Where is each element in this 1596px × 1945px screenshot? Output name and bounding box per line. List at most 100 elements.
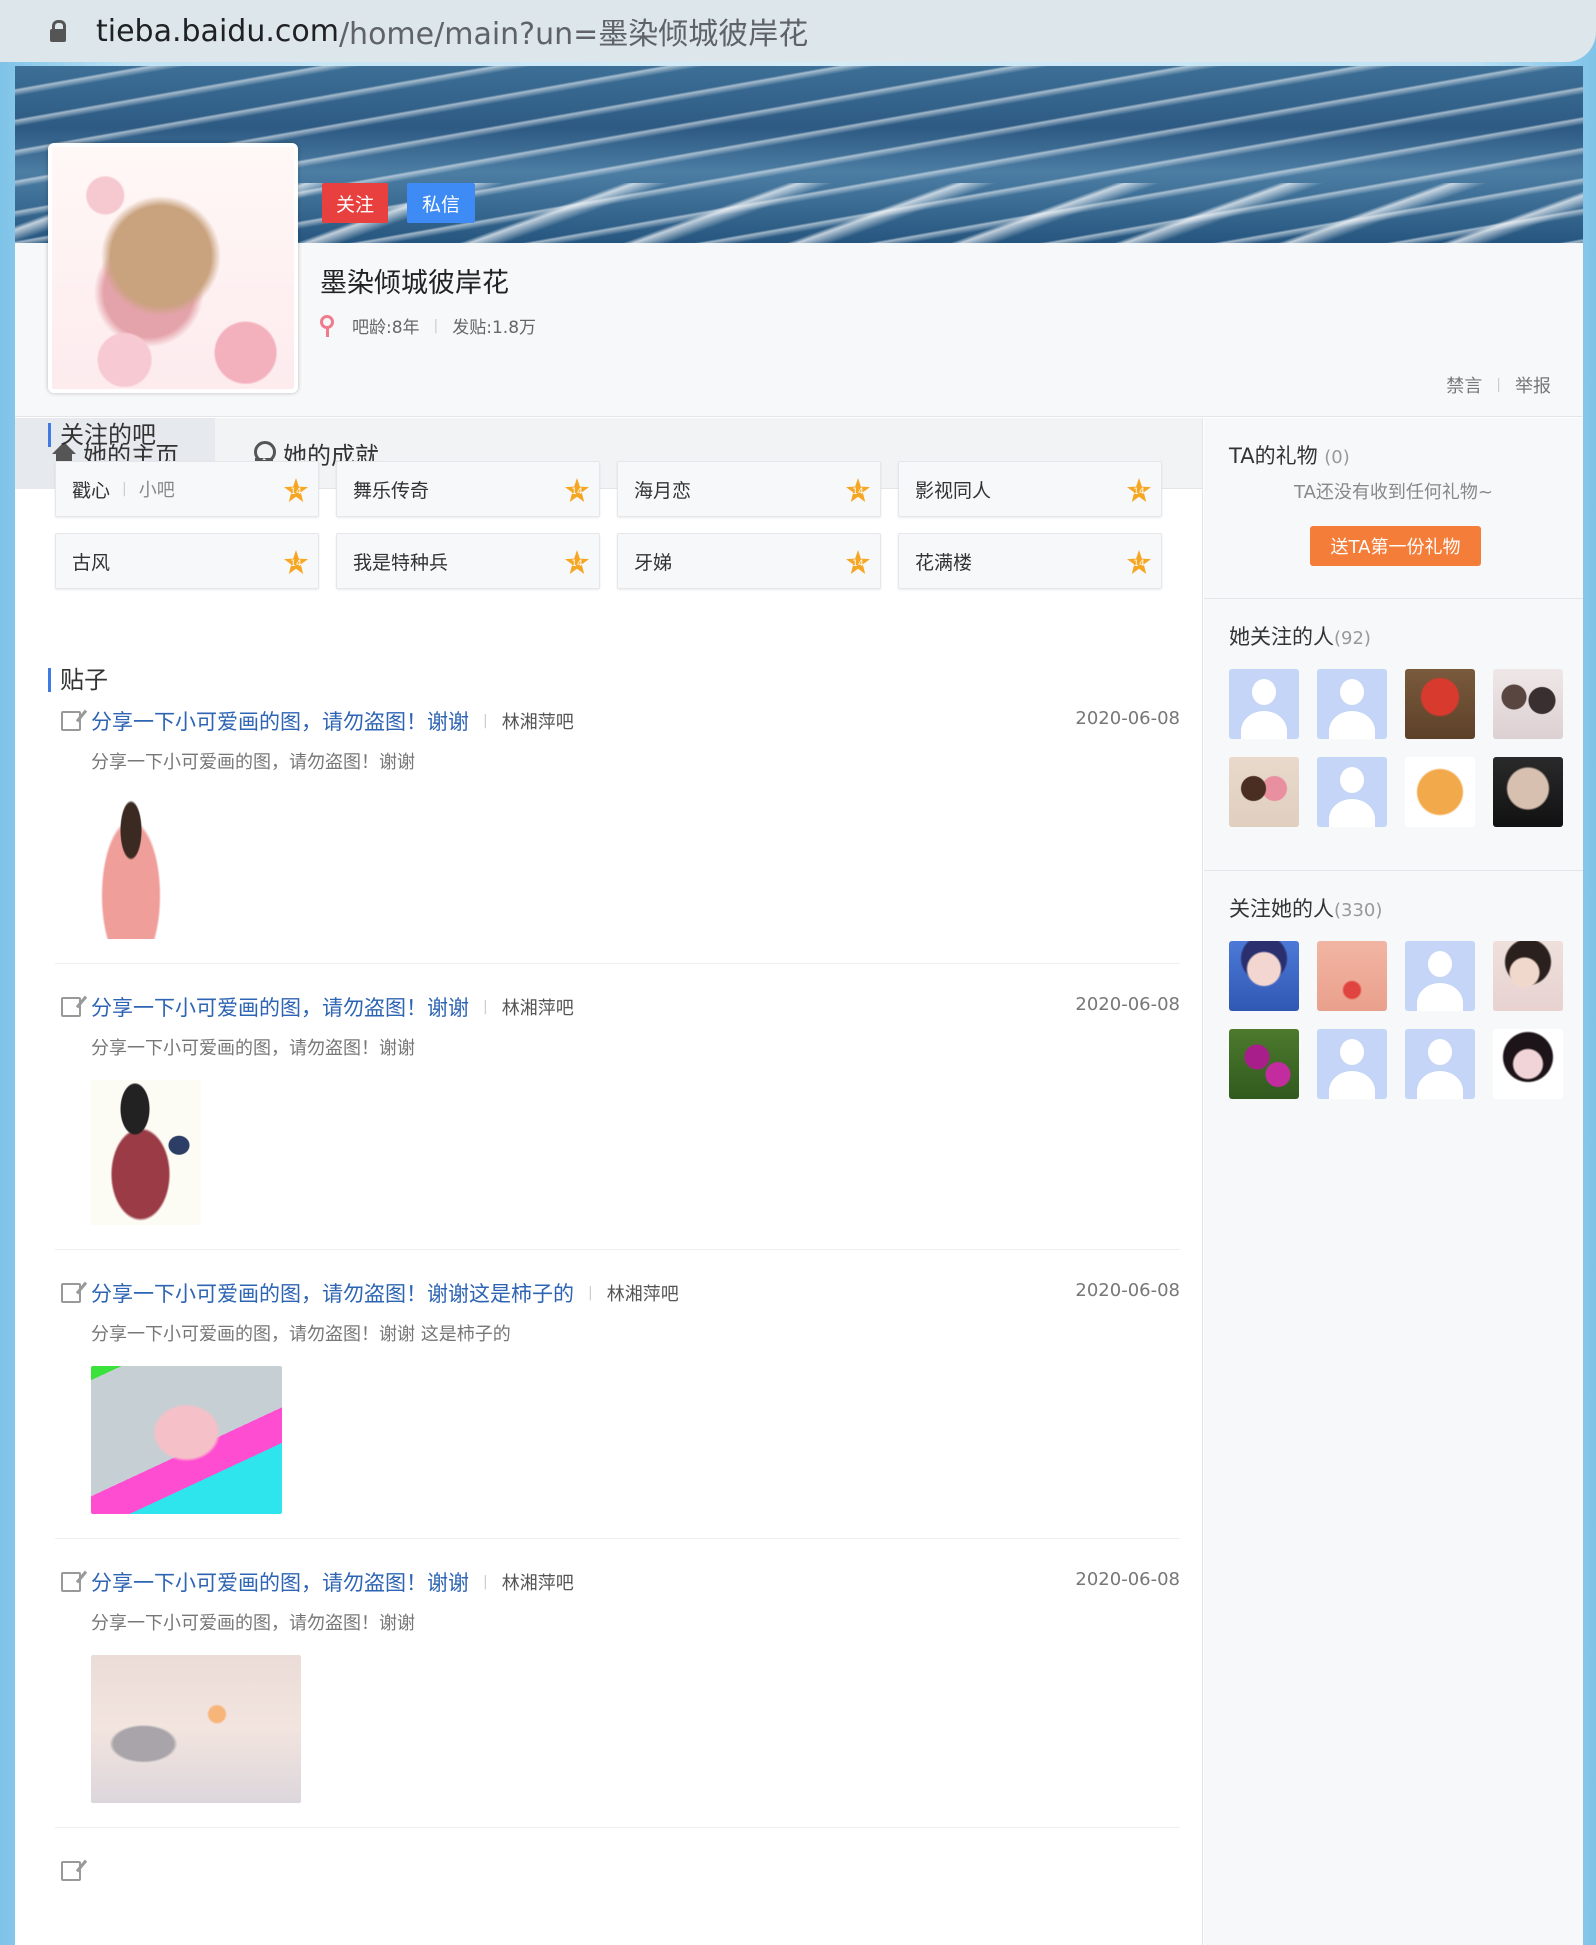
url-path: /home/main?un=墨染倾城彼岸花 <box>338 17 809 52</box>
gifts-title: TA的礼物 (0) <box>1229 444 1350 468</box>
post-thumbnail[interactable] <box>91 1366 282 1514</box>
avatar[interactable] <box>1229 941 1299 1011</box>
bar-item[interactable]: 牙娣 14 <box>617 533 881 589</box>
avatar[interactable] <box>1229 669 1299 739</box>
bar-item[interactable]: 影视同人 14 <box>898 461 1162 517</box>
followers-title[interactable]: 关注她的人(330) <box>1229 893 1382 923</box>
following-panel: 她关注的人(92) <box>1204 599 1583 871</box>
bar-item[interactable]: 古风 14 <box>55 533 319 589</box>
post-item: 分享一下小可爱画的图，请勿盗图！谢谢 | 林湘萍吧 2020-06-08 分享一… <box>55 706 1180 964</box>
posts-title: 贴子 <box>48 668 108 692</box>
post-count: 发贴:1.8万 <box>452 318 537 338</box>
post-date: 2020-06-08 <box>1075 708 1180 729</box>
post-thumbnail[interactable] <box>91 1080 201 1225</box>
send-gift-button[interactable]: 送TA第一份礼物 <box>1310 526 1481 566</box>
gifts-panel: TA的礼物 (0) TA还没有收到任何礼物~ 送TA第一份礼物 <box>1204 418 1583 599</box>
bar-name: 我是特种兵 <box>353 551 449 574</box>
level-star-icon: 14 <box>1127 550 1151 574</box>
admin-links: 禁言 | 举报 <box>1446 372 1551 398</box>
avatar[interactable] <box>1229 1029 1299 1099</box>
avatar[interactable] <box>1493 1029 1563 1099</box>
avatar[interactable] <box>1317 669 1387 739</box>
following-title[interactable]: 她关注的人(92) <box>1229 621 1371 651</box>
bar-item[interactable]: 海月恋 14 <box>617 461 881 517</box>
bar-item[interactable]: 我是特种兵 14 <box>336 533 600 589</box>
followers-avatars <box>1229 941 1563 1099</box>
edit-icon <box>61 1572 81 1592</box>
edit-icon <box>61 997 81 1017</box>
bar-item[interactable]: 戳心 | 小吧 14 <box>55 461 319 517</box>
edit-icon <box>61 1283 81 1303</box>
sidebar: TA的礼物 (0) TA还没有收到任何礼物~ 送TA第一份礼物 她关注的人(92… <box>1204 418 1583 1945</box>
mute-link[interactable]: 禁言 <box>1446 372 1482 398</box>
post-bar-name[interactable]: 林湘萍吧 <box>607 1280 679 1306</box>
posts-list: 分享一下小可爱画的图，请勿盗图！谢谢 | 林湘萍吧 2020-06-08 分享一… <box>55 706 1180 1924</box>
post-item: 分享一下小可爱画的图，请勿盗图！谢谢 | 林湘萍吧 2020-06-08 分享一… <box>55 992 1180 1250</box>
level-star-icon: 14 <box>846 550 870 574</box>
bar-item[interactable]: 花满楼 14 <box>898 533 1162 589</box>
post-date: 2020-06-08 <box>1075 1280 1180 1301</box>
post-title[interactable]: 分享一下小可爱画的图，请勿盗图！谢谢这是柿子的 <box>91 1278 574 1308</box>
lock-icon <box>50 20 66 42</box>
bar-name: 舞乐传奇 <box>353 479 430 502</box>
post-thumbnail[interactable] <box>91 1655 301 1803</box>
post-bar-name[interactable]: 林湘萍吧 <box>502 994 574 1020</box>
report-link[interactable]: 举报 <box>1515 372 1551 398</box>
followed-bars-grid: 戳心 | 小吧 14 舞乐传奇 14 海月恋 14 影视同人 14 古风 14 … <box>55 461 1180 589</box>
message-button[interactable]: 私信 <box>407 183 475 223</box>
avatar[interactable] <box>1493 941 1563 1011</box>
post-item: 分享一下小可爱画的图，请勿盗图！谢谢 | 林湘萍吧 2020-06-08 分享一… <box>55 1567 1180 1828</box>
avatar[interactable] <box>1493 757 1563 827</box>
bar-name: 戳心 <box>72 479 111 502</box>
follow-button[interactable]: 关注 <box>322 183 388 223</box>
post-thumbnail[interactable] <box>91 794 171 939</box>
post-item <box>55 1856 1180 1896</box>
avatar[interactable] <box>1229 757 1299 827</box>
level-star-icon: 14 <box>1127 478 1151 502</box>
url-host: tieba.baidu.com <box>96 13 339 49</box>
profile-name: 墨染倾城彼岸花 <box>320 268 509 299</box>
post-item: 分享一下小可爱画的图，请勿盗图！谢谢这是柿子的 | 林湘萍吧 2020-06-0… <box>55 1278 1180 1539</box>
level-star-icon: 14 <box>846 478 870 502</box>
bar-role-tag: 小吧 <box>138 480 175 501</box>
post-abstract: 分享一下小可爱画的图，请勿盗图！谢谢 <box>91 1038 415 1059</box>
avatar[interactable] <box>1405 757 1475 827</box>
gifts-empty-text: TA还没有收到任何礼物~ <box>1294 482 1493 503</box>
post-abstract: 分享一下小可爱画的图，请勿盗图！谢谢 <box>91 1613 415 1634</box>
level-star-icon: 14 <box>565 478 589 502</box>
profile-avatar[interactable] <box>48 143 298 393</box>
followed-bars-title: 关注的吧 <box>48 423 156 447</box>
profile-stats: 吧龄:8年 | 发贴:1.8万 <box>320 313 536 338</box>
profile-page: 关注 私信 墨染倾城彼岸花 吧龄:8年 | 发贴:1.8万 禁言 | 举报 她的… <box>15 66 1583 1945</box>
avatar[interactable] <box>1317 1029 1387 1099</box>
address-bar[interactable]: tieba.baidu.com/home/main?un=墨染倾城彼岸花 <box>0 0 1596 62</box>
bar-name: 古风 <box>72 551 111 574</box>
post-date: 2020-06-08 <box>1075 994 1180 1015</box>
edit-icon <box>61 711 81 731</box>
level-star-icon: 14 <box>284 478 308 502</box>
edit-icon <box>61 1861 81 1881</box>
avatar[interactable] <box>1405 941 1475 1011</box>
avatar[interactable] <box>1317 941 1387 1011</box>
post-date: 2020-06-08 <box>1075 1569 1180 1590</box>
bar-name: 影视同人 <box>915 479 992 502</box>
bar-name: 海月恋 <box>634 479 692 502</box>
avatar[interactable] <box>1405 669 1475 739</box>
post-title[interactable]: 分享一下小可爱画的图，请勿盗图！谢谢 <box>91 1567 469 1597</box>
bar-name: 花满楼 <box>915 551 973 574</box>
bar-item[interactable]: 舞乐传奇 14 <box>336 461 600 517</box>
post-abstract: 分享一下小可爱画的图，请勿盗图！谢谢 <box>91 752 415 773</box>
post-bar-name[interactable]: 林湘萍吧 <box>502 708 574 734</box>
post-bar-name[interactable]: 林湘萍吧 <box>502 1569 574 1595</box>
bar-name: 牙娣 <box>634 551 673 574</box>
post-abstract: 分享一下小可爱画的图，请勿盗图！谢谢 这是柿子的 <box>91 1324 511 1345</box>
female-icon <box>320 314 334 337</box>
avatar[interactable] <box>1493 669 1563 739</box>
followers-panel: 关注她的人(330) <box>1204 871 1583 1121</box>
avatar[interactable] <box>1405 1029 1475 1099</box>
avatar[interactable] <box>1317 757 1387 827</box>
post-title[interactable]: 分享一下小可爱画的图，请勿盗图！谢谢 <box>91 992 469 1022</box>
post-title[interactable]: 分享一下小可爱画的图，请勿盗图！谢谢 <box>91 706 469 736</box>
level-star-icon: 14 <box>284 550 308 574</box>
level-star-icon: 14 <box>565 550 589 574</box>
